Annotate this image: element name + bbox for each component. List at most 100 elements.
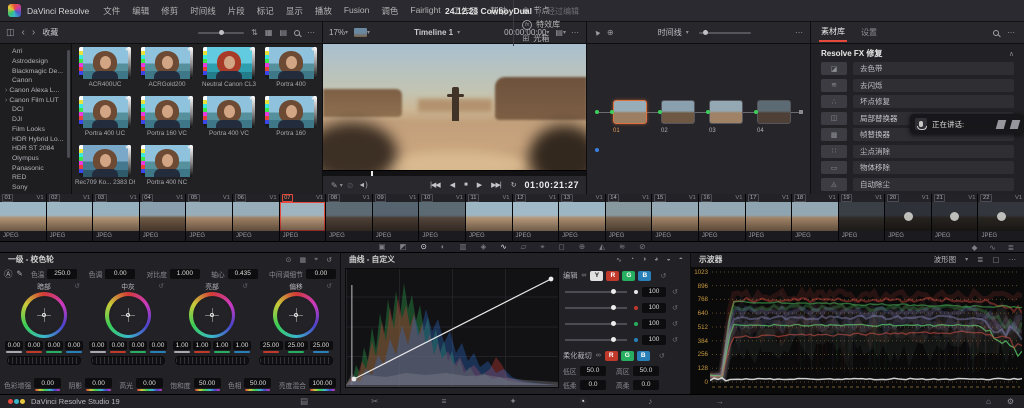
go-last-frame-button[interactable]: ▶▶| bbox=[491, 181, 501, 189]
timeline-selector[interactable]: Timeline 1 bbox=[414, 28, 453, 37]
stop-button[interactable]: ■ bbox=[464, 182, 467, 188]
lut-item[interactable]: ★Portra 160 VC bbox=[136, 96, 198, 145]
lut-thumbnail[interactable]: ★ bbox=[203, 47, 255, 79]
clip-thumbnail[interactable] bbox=[559, 202, 605, 231]
color-match-icon[interactable]: ◩ bbox=[400, 243, 407, 251]
color-wheel[interactable] bbox=[189, 292, 235, 338]
lut-item[interactable]: ★Rec709 Ko... 2383 D65 bbox=[74, 145, 136, 194]
menu-item-5[interactable]: 标记 bbox=[251, 5, 280, 17]
curve-editor[interactable] bbox=[345, 268, 559, 388]
fx-item[interactable]: ▭物体移除 bbox=[821, 161, 1014, 174]
softclip-channel-B[interactable]: B bbox=[637, 351, 650, 361]
menu-item-6[interactable]: 显示 bbox=[280, 5, 309, 17]
slider-handle[interactable] bbox=[611, 289, 616, 294]
param-value[interactable]: 0.00 bbox=[105, 269, 135, 279]
tab-fx-library[interactable]: 素材库 bbox=[819, 23, 847, 42]
tree-item-9[interactable]: HDR Hybrid Lo... bbox=[0, 134, 71, 144]
color-wheels-icon[interactable]: ⊙ bbox=[421, 243, 427, 251]
magic-mask-icon[interactable]: ◭ bbox=[599, 243, 605, 251]
menu-item-4[interactable]: 片段 bbox=[222, 5, 251, 17]
wheel-center-handle[interactable] bbox=[210, 313, 214, 317]
wheel-value[interactable]: 1.00 bbox=[233, 341, 251, 350]
softclip-link-icon[interactable]: ∞ bbox=[596, 352, 601, 359]
clip-thumbnail[interactable] bbox=[978, 202, 1024, 231]
wheel-value[interactable]: 0.00 bbox=[129, 341, 147, 350]
scope-expand-icon[interactable]: ▢ bbox=[992, 255, 999, 264]
fx-item[interactable]: ≋去闪烁 bbox=[821, 79, 1014, 92]
wheel-reset-icon[interactable]: ↺ bbox=[159, 282, 164, 290]
color-wheel[interactable] bbox=[105, 292, 151, 338]
annotation-dropdown-icon[interactable]: ▾ bbox=[340, 182, 343, 189]
scope-settings-icon[interactable]: ≣ bbox=[977, 255, 983, 264]
camera-raw-icon[interactable]: ▣ bbox=[378, 243, 385, 251]
timeline-clip-13[interactable]: 13V1JPEG bbox=[559, 194, 605, 241]
play-button[interactable]: ▶ bbox=[477, 181, 481, 189]
list-view-icon[interactable]: ▤ bbox=[279, 28, 287, 37]
grid-view-icon[interactable]: ▦ bbox=[265, 28, 273, 37]
menu-item-2[interactable]: 修剪 bbox=[155, 5, 184, 17]
clip-thumbnail[interactable] bbox=[839, 202, 885, 231]
param-value[interactable]: 0.00 bbox=[306, 269, 336, 279]
nodes-button[interactable]: ◉节点 bbox=[513, 4, 572, 18]
channel-button-B[interactable]: B bbox=[638, 271, 651, 281]
color-warper-icon[interactable]: ▱ bbox=[521, 243, 527, 251]
lut-item[interactable]: ★Portra 400 bbox=[260, 47, 322, 96]
qualifier-icon[interactable]: ⌖ bbox=[540, 243, 544, 251]
wheel-value[interactable]: 0.00 bbox=[25, 341, 43, 350]
favorite-star-icon[interactable]: ★ bbox=[249, 47, 254, 53]
lut-thumbnail[interactable]: ★ bbox=[79, 96, 131, 128]
fx-item[interactable]: ◪去色带 bbox=[821, 62, 1014, 75]
timeline-clip-09[interactable]: 09V1JPEG bbox=[373, 194, 419, 241]
scopes-icon[interactable]: ∿ bbox=[989, 244, 995, 252]
tree-item-14[interactable]: Sony bbox=[0, 183, 71, 193]
fx-category-header[interactable]: Resolve FX 修复 ∧ bbox=[811, 44, 1024, 62]
menu-item-1[interactable]: 编辑 bbox=[126, 5, 155, 17]
wheel-center-handle[interactable] bbox=[126, 313, 130, 317]
lut-thumbnail[interactable]: ★ bbox=[79, 47, 131, 79]
go-first-frame-button[interactable]: |◀◀ bbox=[430, 181, 440, 189]
timeline-clip-19[interactable]: 19V1JPEG bbox=[839, 194, 885, 241]
wheel-mode-icon[interactable]: ⊙ bbox=[286, 256, 292, 264]
tree-item-13[interactable]: RED bbox=[0, 173, 71, 183]
gallery-options-icon[interactable]: ⋯ bbox=[307, 28, 316, 37]
master-wheel[interactable] bbox=[7, 356, 81, 365]
tracker-icon[interactable]: ⊕ bbox=[579, 243, 585, 251]
page-fusion[interactable]: ✦ bbox=[510, 397, 517, 406]
lut-item[interactable]: ★ACRGold200 bbox=[136, 47, 198, 96]
timeline-clip-06[interactable]: 06V1JPEG bbox=[233, 194, 279, 241]
page-fairlight[interactable]: ♪ bbox=[648, 397, 652, 406]
clip-thumbnail[interactable] bbox=[513, 202, 559, 231]
softclip-reset-icon[interactable]: ↺ bbox=[659, 352, 665, 360]
node-03[interactable] bbox=[709, 100, 743, 124]
unmix-icon[interactable]: ⊘ bbox=[347, 181, 354, 190]
timeline-clip-11[interactable]: 11V1JPEG bbox=[466, 194, 512, 241]
slider-handle[interactable] bbox=[611, 321, 616, 326]
timeline-clip-01[interactable]: 01V1JPEG bbox=[0, 194, 46, 241]
wheel-value[interactable]: 25.00 bbox=[285, 341, 308, 350]
fx-options-icon[interactable]: ⋯ bbox=[1007, 28, 1016, 37]
favorite-star-icon[interactable]: ★ bbox=[311, 96, 316, 102]
node-04[interactable] bbox=[757, 100, 791, 124]
param-value[interactable]: 0.435 bbox=[228, 269, 258, 279]
curve-sat-sat-icon[interactable]: ◓ bbox=[679, 256, 683, 264]
node-01[interactable] bbox=[613, 100, 647, 124]
param-value[interactable]: 50.00 bbox=[194, 378, 221, 388]
favorite-star-icon[interactable]: ★ bbox=[125, 145, 130, 151]
param-value[interactable]: 0.00 bbox=[136, 378, 163, 388]
page-cut[interactable]: ✂ bbox=[371, 397, 378, 406]
rgb-mixer-icon[interactable]: ▥ bbox=[459, 243, 466, 251]
clip-thumbnail[interactable] bbox=[0, 202, 46, 231]
openfx-button[interactable]: fx特效库 bbox=[513, 18, 572, 32]
lut-thumbnail[interactable]: ★ bbox=[79, 145, 131, 177]
motion-effects-icon[interactable]: ◈ bbox=[481, 243, 487, 251]
lut-item[interactable]: ★Portra 400 VC bbox=[198, 96, 260, 145]
scope-options-icon[interactable]: ⋯ bbox=[1009, 255, 1018, 264]
favorite-star-icon[interactable]: ★ bbox=[249, 96, 254, 102]
menu-item-3[interactable]: 时间线 bbox=[184, 5, 222, 17]
channel-button-R[interactable]: R bbox=[606, 271, 619, 281]
curve-custom-icon[interactable]: ∿ bbox=[616, 256, 622, 264]
slider-handle[interactable] bbox=[611, 305, 616, 310]
clip-thumbnail[interactable] bbox=[885, 202, 931, 231]
scope-mode-dropdown-icon[interactable]: ▾ bbox=[965, 256, 968, 263]
param-value[interactable]: 1.000 bbox=[170, 269, 200, 279]
